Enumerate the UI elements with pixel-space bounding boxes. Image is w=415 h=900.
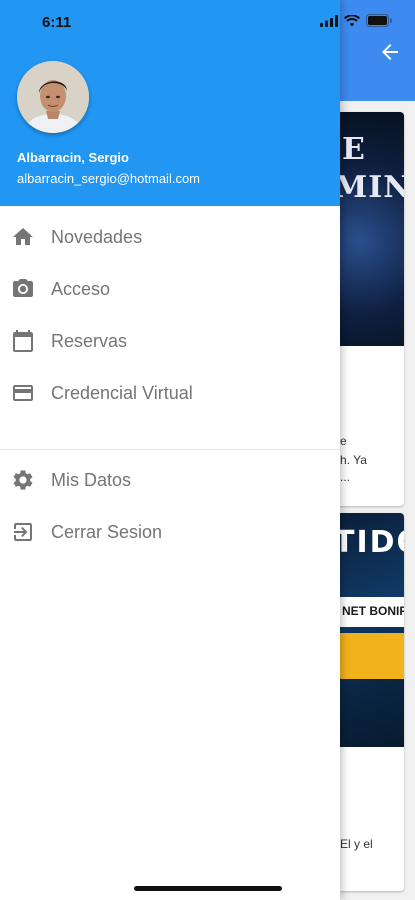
status-time: 6:11 [42, 14, 72, 31]
user-email: albarracin_sergio@hotmail.com [17, 171, 200, 186]
news-card-text: ... [340, 470, 351, 484]
menu-item-label: Mis Datos [51, 470, 132, 490]
news-card-text: El y el [340, 837, 373, 851]
news-card-text: e [340, 434, 347, 448]
menu-divider [0, 449, 340, 450]
menu-item-label: Novedades [51, 227, 143, 247]
news-card[interactable]: E MING e h. Ya ... [340, 112, 404, 506]
battery-icon [366, 14, 392, 27]
user-photo [17, 61, 89, 133]
status-icons [320, 14, 393, 27]
news-card-image-band: NET BONIFICA [340, 597, 404, 627]
calendar-icon [13, 330, 33, 352]
news-card-image: E MING [340, 112, 404, 346]
status-bar: 6:11 [0, 0, 415, 44]
credit-card-icon [13, 385, 33, 401]
menu-item-credencial-virtual[interactable]: Credencial Virtual [0, 367, 340, 419]
menu-item-acceso[interactable]: Acceso [0, 263, 340, 315]
news-card-image-band-text: NET BONIFICA [342, 604, 404, 618]
menu-item-label: Reservas [51, 331, 128, 351]
news-card-image-stripe [340, 633, 404, 679]
menu-item-label: Credencial Virtual [51, 383, 193, 403]
navigation-drawer: Albarracin, Sergio albarracin_sergio@hot… [0, 0, 340, 900]
news-card[interactable]: TIDO NET BONIFICA El y el [340, 513, 404, 891]
home-icon [13, 228, 33, 245]
news-card-image-text: TIDO [340, 525, 404, 560]
gear-icon [13, 470, 33, 490]
menu-item-novedades[interactable]: Novedades [0, 211, 340, 263]
logout-icon [14, 523, 32, 541]
news-card-image-text: E [342, 132, 366, 167]
menu-item-label: Cerrar Sesion [51, 522, 163, 542]
wifi-icon [344, 14, 360, 26]
menu-item-label: Acceso [51, 279, 111, 299]
user-name: Albarracin, Sergio [17, 150, 129, 165]
news-card-image-text: MING [340, 170, 404, 205]
camera-icon [13, 279, 33, 297]
avatar[interactable] [17, 61, 89, 133]
menu-item-reservas[interactable]: Reservas [0, 315, 340, 367]
signal-icon [320, 14, 338, 27]
news-card-text: h. Ya [340, 453, 367, 467]
menu-item-mis-datos[interactable]: Mis Datos [0, 454, 340, 506]
home-indicator[interactable] [134, 886, 282, 891]
news-card-image: TIDO NET BONIFICA [340, 513, 404, 747]
menu-item-cerrar-sesion[interactable]: Cerrar Sesion [0, 506, 340, 558]
